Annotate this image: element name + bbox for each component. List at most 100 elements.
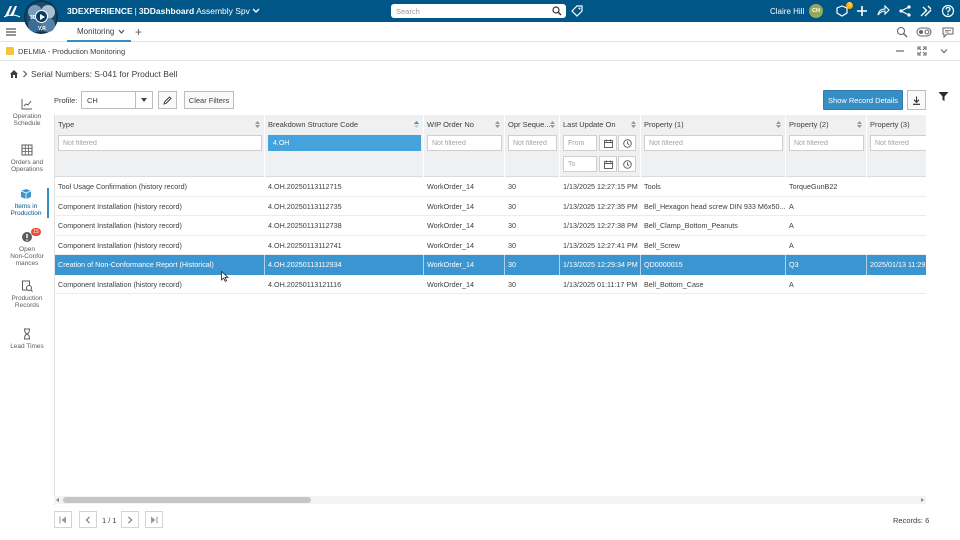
search-input[interactable] — [391, 4, 541, 18]
cell-opr: 30 — [508, 240, 516, 250]
filter-input-property-3[interactable] — [870, 135, 926, 151]
profile-select[interactable]: CH — [81, 91, 153, 109]
column-header-property-2[interactable]: Property (2) — [786, 115, 867, 177]
hamburger-menu-icon[interactable] — [6, 27, 16, 37]
cell-wip: WorkOrder_14 — [424, 255, 505, 275]
sort-icon[interactable] — [631, 121, 636, 128]
sidebar-item-label: Operations — [11, 166, 43, 173]
cell-wip: WorkOrder_14 — [427, 182, 475, 191]
plus-icon[interactable] — [855, 4, 869, 18]
column-header-wip-order-no[interactable]: WIP Order No — [424, 115, 505, 177]
tools-icon[interactable] — [919, 4, 933, 18]
sidebar-item-production-records[interactable]: Production Records — [5, 280, 49, 309]
tab-monitoring[interactable]: Monitoring — [67, 22, 131, 42]
network-icon[interactable] — [898, 4, 912, 18]
search-zoom-icon[interactable] — [896, 26, 908, 38]
column-header-opr-sequence[interactable]: Opr Seque... — [505, 115, 560, 177]
cell-updated: 1/13/2025 01:11:17 PM — [563, 279, 638, 289]
filter-icon[interactable] — [938, 91, 949, 102]
export-button[interactable] — [907, 90, 926, 110]
scroll-left-arrow-icon[interactable] — [56, 498, 59, 502]
horizontal-scrollbar[interactable] — [54, 496, 926, 504]
sort-icon[interactable] — [495, 121, 500, 128]
scroll-right-arrow-icon[interactable] — [921, 498, 924, 502]
cell-property-2: A — [789, 240, 794, 250]
chevron-right-icon — [128, 516, 133, 524]
column-header-breakdown-structure-code[interactable]: Breakdown Structure Code — [265, 115, 424, 177]
table-row[interactable]: Component Installation (history record) … — [55, 196, 926, 216]
chevron-down-icon[interactable] — [939, 46, 949, 56]
sidebar-item-open-non-conformances[interactable]: 15 Open Non-Confor mances — [5, 228, 49, 267]
show-record-details-button[interactable]: Show Record Details — [823, 90, 903, 110]
sort-icon[interactable] — [550, 121, 555, 128]
sort-icon[interactable] — [255, 121, 260, 128]
help-icon[interactable] — [941, 4, 955, 18]
sidebar-item-operation-schedule[interactable]: Operation Schedule — [5, 98, 49, 127]
brand-name: 3DEXPERIENCE — [67, 6, 133, 16]
next-page-button[interactable] — [121, 511, 139, 528]
table-row[interactable]: Component Installation (history record) … — [55, 216, 926, 236]
date-to-calendar-button[interactable] — [599, 156, 617, 172]
filter-input-opr-sequence[interactable] — [508, 135, 557, 151]
play-icon[interactable] — [35, 10, 48, 23]
caret-down-icon[interactable] — [135, 92, 152, 108]
sidebar-item-items-in-production[interactable]: Items in Production — [5, 188, 49, 218]
dashboard-name: 3DDashboard — [138, 6, 195, 16]
sort-icon[interactable] — [857, 121, 862, 128]
view-toggle-icon[interactable] — [916, 26, 932, 38]
app-header: DELMIA - Production Monitoring — [0, 42, 960, 61]
avatar[interactable]: CH — [809, 4, 823, 18]
home-icon[interactable] — [9, 69, 19, 79]
table-row-selected[interactable]: Creation of Non-Conformance Report (Hist… — [55, 255, 926, 275]
filter-input-wip-order[interactable] — [427, 135, 502, 151]
share-icon[interactable] — [876, 4, 890, 18]
date-from-time-button[interactable] — [618, 135, 636, 151]
filter-input-breakdown-code[interactable] — [268, 135, 421, 151]
table-row[interactable]: Component Installation (history record) … — [55, 274, 926, 294]
user-name[interactable]: Claire Hill — [770, 7, 804, 16]
search-box[interactable] — [391, 4, 566, 18]
date-from-input[interactable] — [563, 135, 597, 151]
chat-icon[interactable] — [942, 26, 954, 38]
tag-icon[interactable] — [571, 5, 583, 17]
filter-input-type[interactable] — [58, 135, 262, 151]
cell-property-1: QD0000015 — [641, 255, 786, 275]
first-page-button[interactable] — [54, 511, 72, 528]
last-page-icon — [151, 516, 158, 524]
clear-filters-button[interactable]: Clear Filters — [184, 91, 234, 109]
minimize-icon[interactable] — [895, 46, 905, 56]
filter-input-property-1[interactable] — [644, 135, 783, 151]
records-count: Records: 6 — [893, 516, 930, 525]
column-header-property-1[interactable]: Property (1) — [641, 115, 786, 177]
column-header-type[interactable]: Type — [55, 115, 265, 177]
scrollbar-thumb[interactable] — [63, 497, 311, 503]
maximize-icon[interactable] — [917, 46, 927, 56]
date-to-input[interactable] — [563, 156, 597, 172]
last-page-button[interactable] — [145, 511, 163, 528]
chevron-down-icon[interactable] — [118, 28, 125, 35]
cell-opr: 30 — [508, 201, 516, 211]
column-header-property-3[interactable]: Property (3) — [867, 115, 926, 177]
cell-updated: 1/13/2025 12:29:34 PM — [560, 255, 641, 275]
cell-property-2: TorqueGunB22 — [789, 182, 838, 191]
box-icon — [20, 189, 32, 199]
search-icon[interactable] — [552, 6, 562, 16]
sort-icon[interactable] — [776, 121, 781, 128]
chevron-down-icon — [252, 8, 260, 13]
column-header-last-update-on[interactable]: Last Update On — [560, 115, 641, 177]
cell-property-3 — [867, 177, 926, 197]
compass-widget[interactable]: 3D V,R — [24, 0, 58, 34]
filter-input-property-2[interactable] — [789, 135, 864, 151]
platform-brand[interactable]: 3DEXPERIENCE | 3DDashboard Assembly Spv — [67, 6, 260, 16]
table-row[interactable]: Component Installation (history record) … — [55, 235, 926, 255]
sidebar-item-lead-times[interactable]: Lead Times — [5, 328, 49, 350]
previous-page-button[interactable] — [79, 511, 97, 528]
table-row[interactable]: Tool Usage Confirmation (history record)… — [55, 177, 926, 197]
sidebar-item-orders-and-operations[interactable]: Orders and Operations — [5, 144, 49, 173]
add-tab-plus-icon[interactable]: + — [135, 25, 142, 39]
sort-ascending-icon[interactable] — [414, 121, 419, 128]
edit-profile-button[interactable] — [158, 91, 177, 109]
date-from-calendar-button[interactable] — [599, 135, 617, 151]
sidebar-item-label: Orders and — [10, 159, 44, 166]
date-to-time-button[interactable] — [618, 156, 636, 172]
